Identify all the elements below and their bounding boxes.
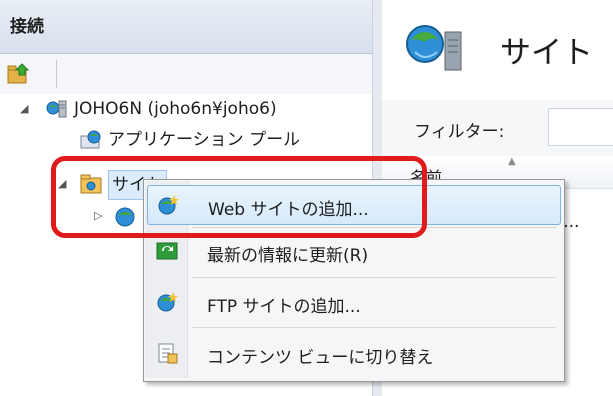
- menu-item-add-ftp-site[interactable]: FTP サイトの追加...: [147, 283, 559, 321]
- up-level-button[interactable]: [6, 62, 32, 86]
- menu-separator: [192, 327, 556, 328]
- menu-separator: [192, 277, 556, 278]
- menu-item-label: FTP サイトの追加...: [207, 297, 361, 317]
- server-icon: [46, 99, 68, 128]
- app-pool-icon: [80, 130, 102, 159]
- connections-header: [0, 0, 372, 54]
- add-ftp-site-icon: [156, 291, 178, 313]
- content-view-icon: [156, 342, 178, 364]
- expanded-arrow-icon[interactable]: ◢: [20, 95, 28, 123]
- refresh-icon: [156, 240, 178, 262]
- connections-title: 接続: [10, 17, 44, 37]
- filter-input[interactable]: [548, 108, 613, 146]
- highlight-annotation: [51, 156, 427, 238]
- menu-item-switch-content-view[interactable]: コンテンツ ビューに切り替え: [147, 334, 559, 372]
- folder-up-icon: [7, 63, 30, 84]
- menu-item-label: 最新の情報に更新(R): [207, 246, 369, 266]
- tree-item-label: アプリケーション プール: [108, 130, 301, 150]
- sites-header-icon: [405, 22, 467, 76]
- page-title: サイト: [500, 35, 593, 71]
- menu-item-label: コンテンツ ビューに切り替え: [207, 348, 434, 368]
- toolbar-divider: [56, 60, 57, 88]
- filter-label: フィルター:: [414, 122, 505, 142]
- tree-item-label: JOHO6N (joho6n¥joho6): [74, 99, 277, 119]
- sort-ascending-icon: ▲: [508, 156, 516, 167]
